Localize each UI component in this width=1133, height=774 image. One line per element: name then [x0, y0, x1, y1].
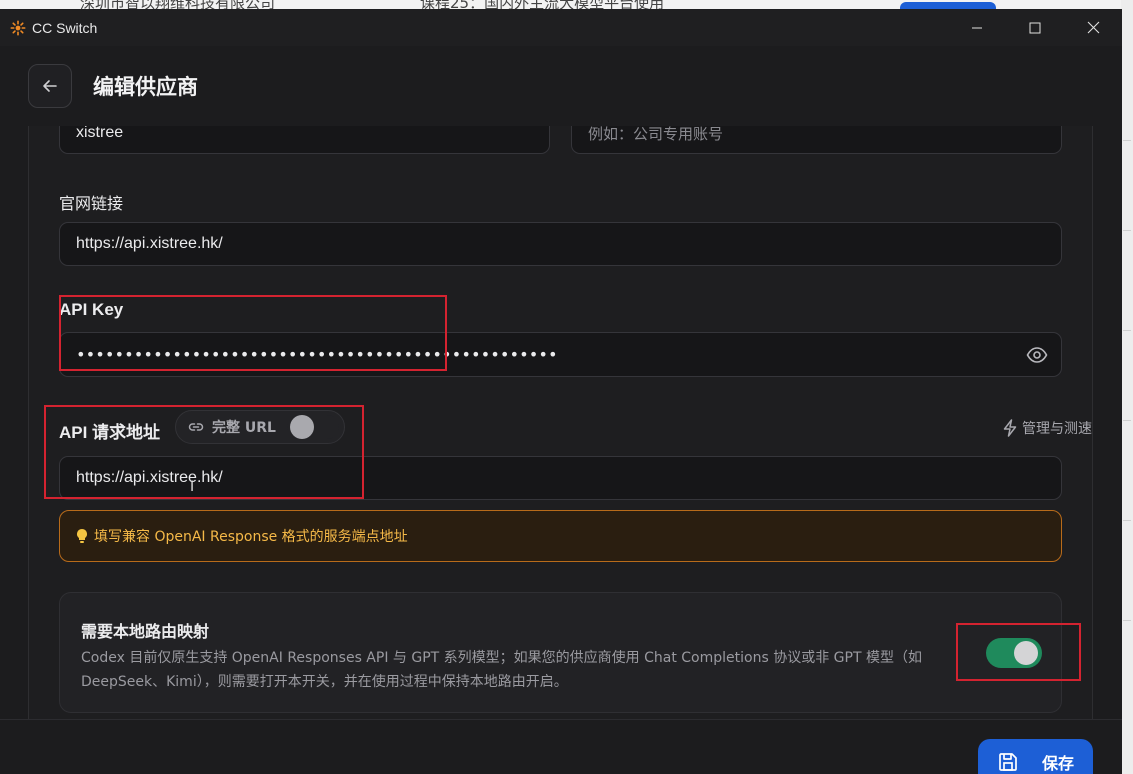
local-routing-switch-knob	[1014, 641, 1038, 665]
app-logo-icon	[10, 20, 26, 35]
remark-input[interactable]: 例如：公司专用账号	[571, 126, 1062, 154]
api-key-label: API Key	[59, 300, 124, 319]
provider-name-input[interactable]: xistree	[59, 126, 550, 154]
maximize-icon	[1029, 22, 1041, 33]
api-key-input[interactable]: ••••••••••••••••••••••••••••••••••••••••…	[59, 332, 1062, 377]
page-header: 编辑供应商	[0, 46, 1122, 126]
website-input[interactable]: https://api.xistree.hk/	[59, 222, 1062, 266]
full-url-switch-knob	[290, 415, 314, 439]
save-icon	[999, 753, 1017, 771]
minimize-icon	[972, 27, 982, 28]
eye-icon[interactable]	[1026, 346, 1048, 364]
manage-speedtest-button[interactable]: 管理与测速	[1002, 418, 1092, 438]
background-desktop-edge	[1121, 0, 1133, 774]
endpoint-label: API 请求地址	[59, 423, 161, 442]
maximize-button[interactable]	[1006, 9, 1064, 46]
local-routing-description: Codex 目前仅原生支持 OpenAI Responses API 与 GPT…	[81, 650, 922, 690]
api-key-value: ••••••••••••••••••••••••••••••••••••••••…	[76, 345, 558, 364]
save-button[interactable]: 保存	[978, 739, 1093, 774]
minimize-button[interactable]	[948, 9, 1006, 46]
local-routing-switch[interactable]	[986, 638, 1042, 668]
window-title: CC Switch	[32, 19, 98, 36]
footer-bar: 保存	[0, 719, 1122, 774]
full-url-switch[interactable]	[287, 415, 339, 439]
lightbulb-icon	[77, 529, 87, 543]
back-button[interactable]	[28, 64, 72, 108]
endpoint-hint-text: 填写兼容 OpenAI Response 格式的服务端点地址	[94, 529, 408, 545]
website-label: 官网链接	[59, 194, 124, 213]
arrow-left-icon	[43, 80, 57, 92]
app-window: CC Switch 编辑供应商 xistree 例如：公司专用账号 官网链接 h…	[0, 9, 1122, 774]
local-routing-card: 需要本地路由映射 Codex 目前仅原生支持 OpenAI Responses …	[59, 592, 1062, 713]
manage-speedtest-label: 管理与测速	[1022, 421, 1092, 437]
form-scroll-area[interactable]: xistree 例如：公司专用账号 官网链接 https://api.xistr…	[0, 126, 1122, 719]
page-title: 编辑供应商	[93, 75, 198, 99]
endpoint-hint: 填写兼容 OpenAI Response 格式的服务端点地址	[59, 510, 1062, 562]
close-icon	[1087, 21, 1099, 34]
local-routing-title: 需要本地路由映射	[81, 622, 210, 641]
save-label: 保存	[1042, 754, 1075, 773]
endpoint-input[interactable]: https://api.xistree.hk/	[59, 456, 1062, 500]
text-cursor-icon: I	[190, 479, 195, 495]
full-url-toggle[interactable]: 完整 URL	[175, 410, 345, 444]
link-icon	[188, 423, 204, 431]
title-bar: CC Switch	[0, 9, 1122, 46]
lightning-icon	[1003, 419, 1017, 437]
full-url-label: 完整 URL	[212, 420, 276, 436]
close-button[interactable]	[1064, 9, 1122, 46]
